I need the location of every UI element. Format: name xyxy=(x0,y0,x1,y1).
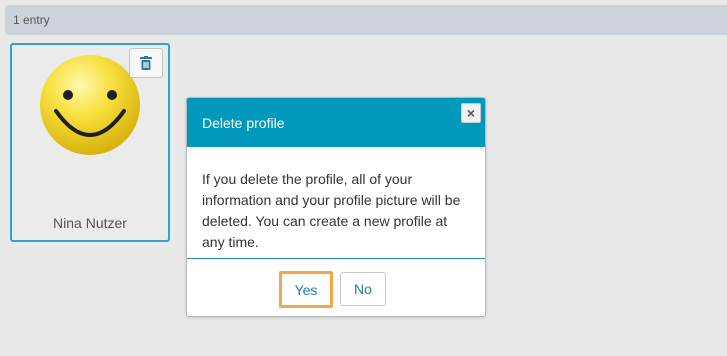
no-button[interactable]: No xyxy=(340,272,386,306)
entry-count-label: 1 entry xyxy=(13,13,50,27)
dialog-divider xyxy=(187,258,485,259)
dialog-title: Delete profile xyxy=(202,115,285,131)
profile-avatar xyxy=(38,53,142,157)
delete-profile-button[interactable] xyxy=(129,48,163,78)
close-icon: × xyxy=(466,105,476,121)
trash-icon xyxy=(140,56,152,70)
smiley-face-icon xyxy=(40,55,140,155)
dialog-header: Delete profile × xyxy=(187,98,485,147)
yes-button[interactable]: Yes xyxy=(279,271,333,308)
delete-profile-dialog: Delete profile × If you delete the profi… xyxy=(186,97,486,317)
dialog-message: If you delete the profile, all of your i… xyxy=(202,171,461,250)
entry-count-bar: 1 entry xyxy=(5,5,727,35)
profile-card[interactable]: Nina Nutzer xyxy=(10,43,170,242)
profile-name: Nina Nutzer xyxy=(53,215,127,231)
dialog-close-button[interactable]: × xyxy=(461,103,481,123)
